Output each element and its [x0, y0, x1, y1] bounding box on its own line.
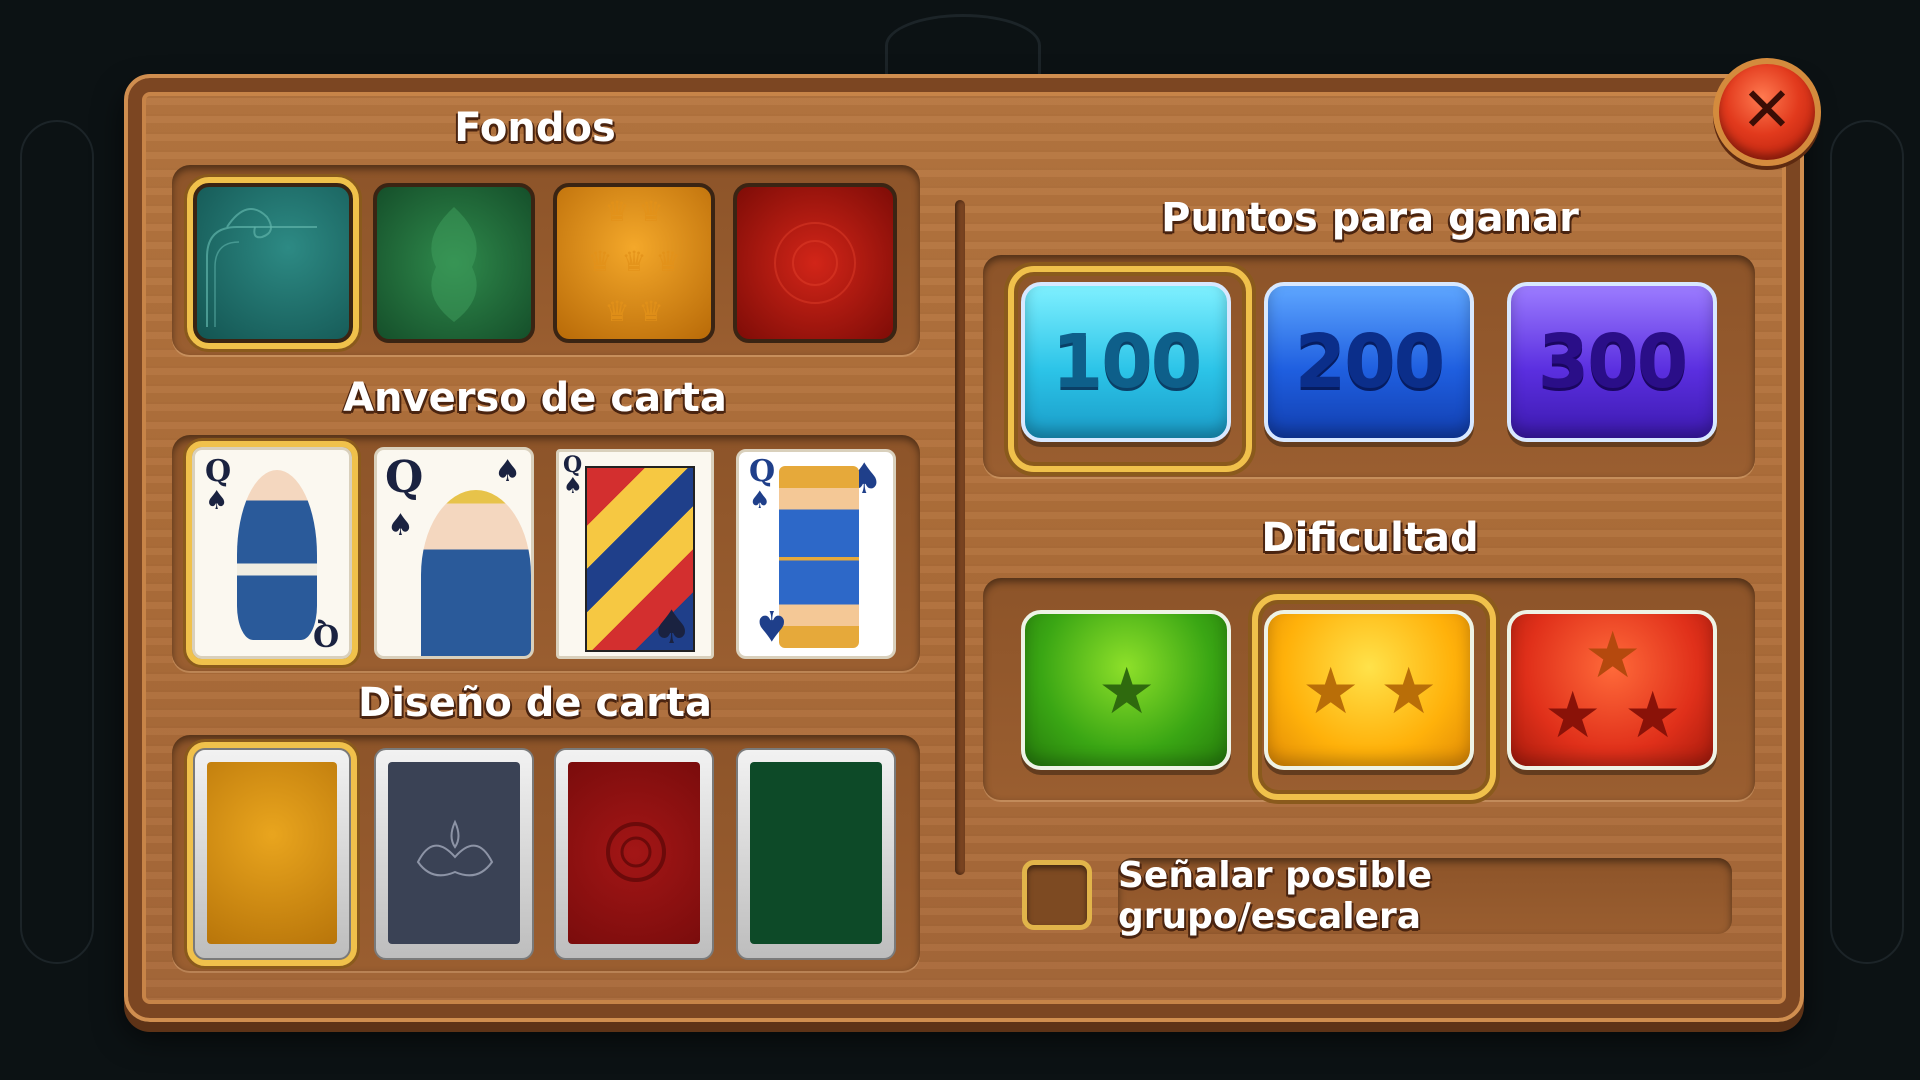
card-rank: Q [749, 454, 776, 489]
card-face-option-illustrated[interactable]: Q ♠ ♠ [374, 447, 534, 659]
background-ornament-top [885, 14, 1041, 77]
spade-icon-corner: ♠ [494, 454, 521, 489]
floral-pattern [774, 222, 856, 304]
card-face-title: Anverso de carta [343, 375, 727, 421]
card-face-option-traditional[interactable]: Q ♠ ♠ [556, 449, 714, 659]
queen-illustration [421, 490, 531, 656]
card-back-face [207, 762, 337, 944]
close-button[interactable]: ✕ [1713, 58, 1821, 166]
card-back-face [388, 762, 520, 944]
card-rank: Q [205, 454, 232, 489]
card-face-option-classic-ornate[interactable]: Q ♠ Q [186, 441, 358, 665]
difficulty-easy-button[interactable]: ★ [1021, 610, 1231, 770]
crown-pattern: ♛ ♛ ♛ ♛ ♛ ♛ ♛ [587, 195, 681, 328]
points-200-label: 200 [1294, 319, 1445, 405]
mandala-icon [606, 822, 666, 882]
difficulty-hard-button[interactable]: ★ ★ ★ [1507, 610, 1717, 770]
card-rank-inverted: Q [312, 617, 339, 652]
hint-label-box[interactable]: Señalar posible grupo/escalera [1118, 855, 1732, 937]
ornament-icon [416, 819, 494, 877]
hint-label: Señalar posible grupo/escalera [1118, 855, 1432, 937]
card-back-option-slate[interactable] [374, 748, 534, 960]
points-title: Puntos para ganar [1161, 195, 1579, 241]
background-option-green[interactable] [373, 183, 535, 343]
points-100-label: 100 [1051, 319, 1202, 405]
star-icon: ★ [1544, 679, 1602, 753]
card-back-option-red[interactable] [554, 748, 714, 960]
star-icon: ★ [1624, 679, 1682, 753]
star-icon: ★ [1380, 655, 1438, 729]
queen-illustration [237, 470, 317, 640]
card-back-face [750, 762, 882, 944]
star-icon: ★ [1302, 655, 1360, 729]
card-design-title: Diseño de carta [358, 680, 712, 726]
column-divider [955, 200, 965, 875]
card-face-option-modern[interactable]: Q ♠ ♠ ♠ [736, 449, 896, 659]
queen-illustration [779, 466, 859, 648]
spade-icon: ♠ [387, 508, 414, 543]
difficulty-medium-button[interactable]: ★ ★ [1264, 610, 1474, 770]
background-option-red[interactable] [733, 183, 897, 343]
points-300-label: 300 [1537, 319, 1688, 405]
background-ornament-left [20, 120, 94, 964]
spade-icon: ♠ [749, 486, 771, 514]
background-option-teal[interactable] [187, 177, 359, 349]
swirl-pattern [206, 208, 317, 327]
spade-icon-bottom: ♠ [753, 601, 791, 650]
close-icon: ✕ [1741, 73, 1793, 146]
hint-checkbox[interactable] [1022, 860, 1092, 930]
backgrounds-title: Fondos [454, 105, 616, 151]
card-rank: Q [385, 452, 424, 503]
points-300-button[interactable]: 300 [1507, 282, 1717, 442]
damask-pattern [431, 207, 477, 322]
spade-icon: ♠ [205, 486, 229, 516]
points-200-button[interactable]: 200 [1264, 282, 1474, 442]
points-100-button[interactable]: 100 [1021, 282, 1231, 442]
background-ornament-right [1830, 120, 1904, 964]
spade-icon-large: ♠ [651, 600, 693, 654]
spade-icon: ♠ [563, 474, 583, 499]
card-back-option-gold[interactable] [187, 742, 357, 966]
star-icon: ★ [1098, 655, 1156, 729]
background-option-orange[interactable]: ♛ ♛ ♛ ♛ ♛ ♛ ♛ [553, 183, 715, 343]
card-back-face [568, 762, 700, 944]
card-back-option-green[interactable] [736, 748, 896, 960]
difficulty-title: Dificultad [1261, 515, 1479, 561]
